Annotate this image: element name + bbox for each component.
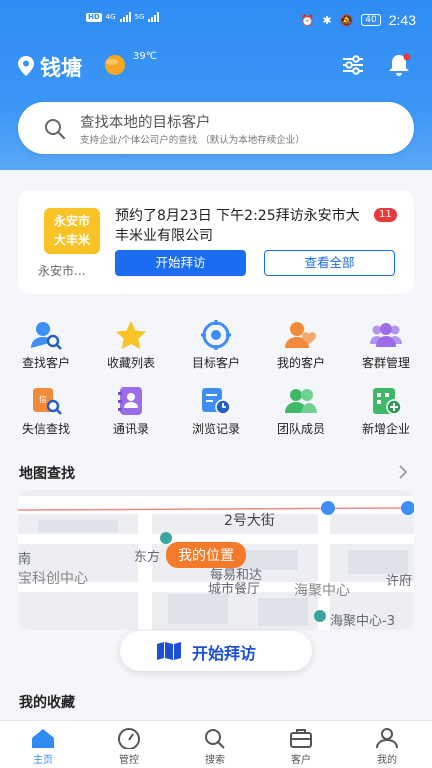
- search-bar[interactable]: 查找本地的目标客户 支持企业/个体公司户的查找 （默认为本地存续企业）: [18, 102, 414, 154]
- notification-bell-icon[interactable]: [387, 53, 413, 77]
- signal2-icon: [148, 12, 160, 22]
- map-label: 东方: [134, 550, 161, 565]
- team-icon: [285, 389, 317, 413]
- start-visit-button[interactable]: 开始拜访: [115, 250, 246, 276]
- my-customer-icon: [285, 322, 316, 348]
- contacts-icon: [118, 387, 142, 415]
- grid-label: 浏览记录: [191, 422, 240, 436]
- network2-label: 5G: [134, 13, 145, 21]
- map-label: 海聚中心-3: [330, 614, 395, 629]
- start-visit-label: 开始拜访: [192, 644, 257, 663]
- grid-item-favorites[interactable]: 收藏列表: [91, 320, 171, 376]
- svg-text:信: 信: [39, 394, 47, 404]
- map-label: 南: [18, 552, 32, 567]
- grid-item-contacts[interactable]: 通讯录: [91, 386, 171, 442]
- view-all-button[interactable]: 查看全部: [264, 250, 395, 276]
- home-icon: [32, 729, 54, 748]
- start-visit-floating-button[interactable]: 开始拜访: [120, 631, 312, 671]
- visit-reminder-card[interactable]: 永安市 大丰米 永安市... 预约了8月23日 下午2:25拜访永安市大丰米业有…: [18, 190, 414, 294]
- dishonest-search-icon: 信: [33, 388, 62, 415]
- map-label: 2号大街: [224, 513, 275, 529]
- group-icon: [370, 323, 402, 347]
- nav-label: 搜索: [205, 755, 225, 766]
- bottom-nav: 主页 管控 搜索 客户 我的: [0, 720, 432, 768]
- map-view[interactable]: 2号大街 东方 宝科创中心 海聚中心 许府 城市餐厅 海聚中心-3 南 每易和达…: [18, 490, 414, 630]
- grid-item-find-customer[interactable]: 查找客户: [6, 320, 86, 376]
- grid-label: 我的客户: [276, 356, 325, 370]
- hd-icon: HD: [86, 12, 102, 22]
- visit-message: 预约了8月23日 下午2:25拜访永安市大丰米业有限公司: [115, 208, 360, 244]
- badge-line2: 大丰米: [53, 233, 90, 247]
- grid-label: 新增企业: [361, 422, 410, 436]
- city-name[interactable]: 钱塘: [40, 52, 82, 82]
- clock: 2:43: [388, 12, 416, 28]
- battery-icon: 40: [361, 14, 381, 26]
- find-customer-icon: [31, 322, 62, 350]
- map-label: 宝科创中心: [18, 571, 88, 587]
- search-icon: [205, 729, 225, 749]
- search-icon: [45, 119, 66, 140]
- nav-item-control[interactable]: 管控: [99, 727, 159, 766]
- nav-label: 客户: [291, 755, 311, 766]
- favorites-section-title: 我的收藏: [19, 695, 75, 711]
- briefcase-icon: [290, 729, 312, 748]
- grid-item-group-manage[interactable]: 客群管理: [346, 320, 426, 376]
- grid-label: 目标客户: [191, 356, 240, 370]
- grid-item-history[interactable]: 浏览记录: [176, 386, 256, 442]
- signal-icon: [119, 12, 131, 22]
- grid-item-dishonest-search[interactable]: 信 失信查找: [6, 386, 86, 442]
- new-company-icon: [373, 388, 402, 415]
- mute-icon: 🔕: [339, 13, 354, 27]
- nav-item-search[interactable]: 搜索: [185, 727, 245, 766]
- grid-label: 通讯录: [112, 422, 149, 436]
- grid-label: 查找客户: [21, 356, 70, 370]
- grid-item-my-customer[interactable]: 我的客户: [261, 320, 341, 376]
- grid-label: 收藏列表: [106, 356, 155, 370]
- company-short-name: 永安市...: [38, 264, 86, 278]
- history-icon: [202, 388, 231, 415]
- grid-label: 失信查找: [21, 422, 70, 436]
- map-section-title: 地图查找: [19, 466, 75, 482]
- badge-line1: 永安市: [53, 214, 90, 228]
- nav-item-home[interactable]: 主页: [13, 727, 73, 766]
- search-placeholder: 查找本地的目标客户: [80, 115, 211, 131]
- status-right: ⏰ ✱ 🔕 40 2:43: [301, 12, 416, 28]
- grid-item-target-customer[interactable]: 目标客户: [176, 320, 256, 376]
- grid-label: 客群管理: [361, 356, 410, 370]
- location-pin-icon[interactable]: [18, 56, 34, 76]
- nav-label: 管控: [119, 755, 139, 766]
- bluetooth-icon: ✱: [322, 13, 332, 27]
- search-hint: 支持企业/个体公司户的查找 （默认为本地存续企业）: [80, 135, 305, 146]
- status-bar: HD 4G 5G ⏰ ✱ 🔕 40 2:43: [0, 0, 432, 42]
- nav-label: 主页: [33, 755, 53, 766]
- temperature: 39℃: [133, 51, 157, 62]
- map-label: 海聚中心: [294, 583, 350, 599]
- nav-item-customer[interactable]: 客户: [271, 727, 331, 766]
- target-icon: [201, 320, 231, 350]
- grid-item-team-members[interactable]: 团队成员: [261, 386, 341, 442]
- map-icon: [157, 642, 181, 660]
- map-label: 许府: [386, 574, 413, 589]
- visit-count-badge: 11: [374, 208, 397, 222]
- profile-icon: [376, 728, 398, 749]
- company-logo-badge: 永安市 大丰米: [44, 208, 100, 254]
- grid-label: 团队成员: [276, 422, 325, 436]
- network-label: 4G: [105, 13, 116, 21]
- my-position-marker[interactable]: 我的位置: [166, 542, 246, 568]
- star-icon: [116, 321, 146, 350]
- chevron-right-icon[interactable]: [398, 465, 408, 479]
- dashboard-icon: [118, 728, 140, 749]
- weather-icon: [105, 55, 125, 75]
- alarm-icon: ⏰: [300, 13, 315, 27]
- nav-item-profile[interactable]: 我的: [357, 727, 417, 766]
- nav-label: 我的: [377, 755, 397, 766]
- filter-settings-icon[interactable]: [342, 55, 364, 75]
- grid-item-new-company[interactable]: 新增企业: [346, 386, 426, 442]
- signal-group: HD 4G 5G: [86, 12, 160, 22]
